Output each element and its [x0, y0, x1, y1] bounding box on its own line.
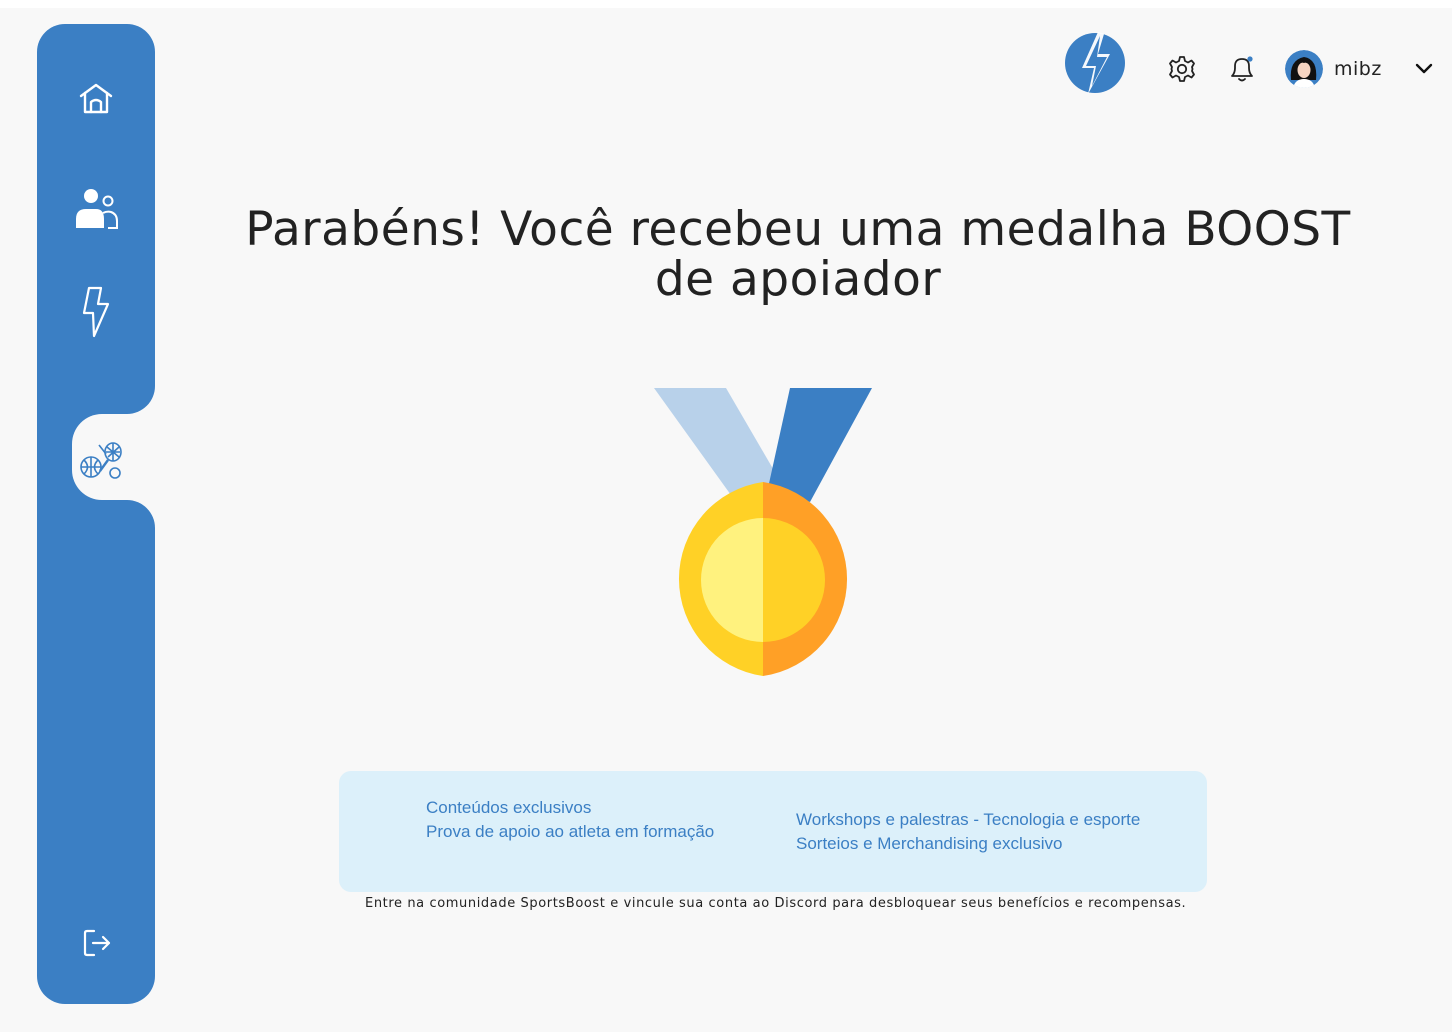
benefit-item: Workshops e palestras - Tecnologia e esp…: [796, 810, 1141, 829]
page-title-line-1: Parabéns! Você recebeu uma medalha BOOST: [245, 202, 1351, 257]
page-title-line-2: de apoiador: [654, 252, 942, 307]
sports-icon[interactable]: [78, 440, 124, 482]
bolt-icon[interactable]: [78, 286, 114, 338]
benefit-item: Prova de apoio ao atleta em formação: [426, 822, 715, 841]
benefit-item: Conteúdos exclusivos: [426, 798, 592, 817]
home-icon[interactable]: [76, 78, 116, 118]
page-title: Parabéns! Você recebeu uma medalha BOOST…: [230, 205, 1366, 305]
avatar[interactable]: [1285, 50, 1323, 88]
users-icon[interactable]: [72, 184, 120, 232]
gear-icon[interactable]: [1166, 53, 1198, 85]
benefit-item: Sorteios e Merchandising exclusivo: [796, 834, 1063, 853]
chevron-down-icon[interactable]: [1412, 58, 1436, 80]
sidebar-notch-curve: [127, 500, 155, 528]
bell-icon[interactable]: [1226, 53, 1258, 85]
sidebar-notch-curve: [127, 386, 155, 414]
benefits-left-list: Conteúdos exclusivos Prova de apoio ao a…: [426, 796, 714, 844]
discord-footnote: Entre na comunidade SportsBoost e vincul…: [365, 896, 1187, 911]
boost-medal-image: [650, 386, 876, 678]
logout-icon[interactable]: [80, 926, 114, 960]
username-label[interactable]: mibz: [1334, 58, 1382, 80]
benefits-right-list: Workshops e palestras - Tecnologia e esp…: [796, 808, 1140, 856]
bolt-logo-icon[interactable]: [1064, 30, 1128, 96]
benefits-panel: Conteúdos exclusivos Prova de apoio ao a…: [339, 771, 1207, 892]
